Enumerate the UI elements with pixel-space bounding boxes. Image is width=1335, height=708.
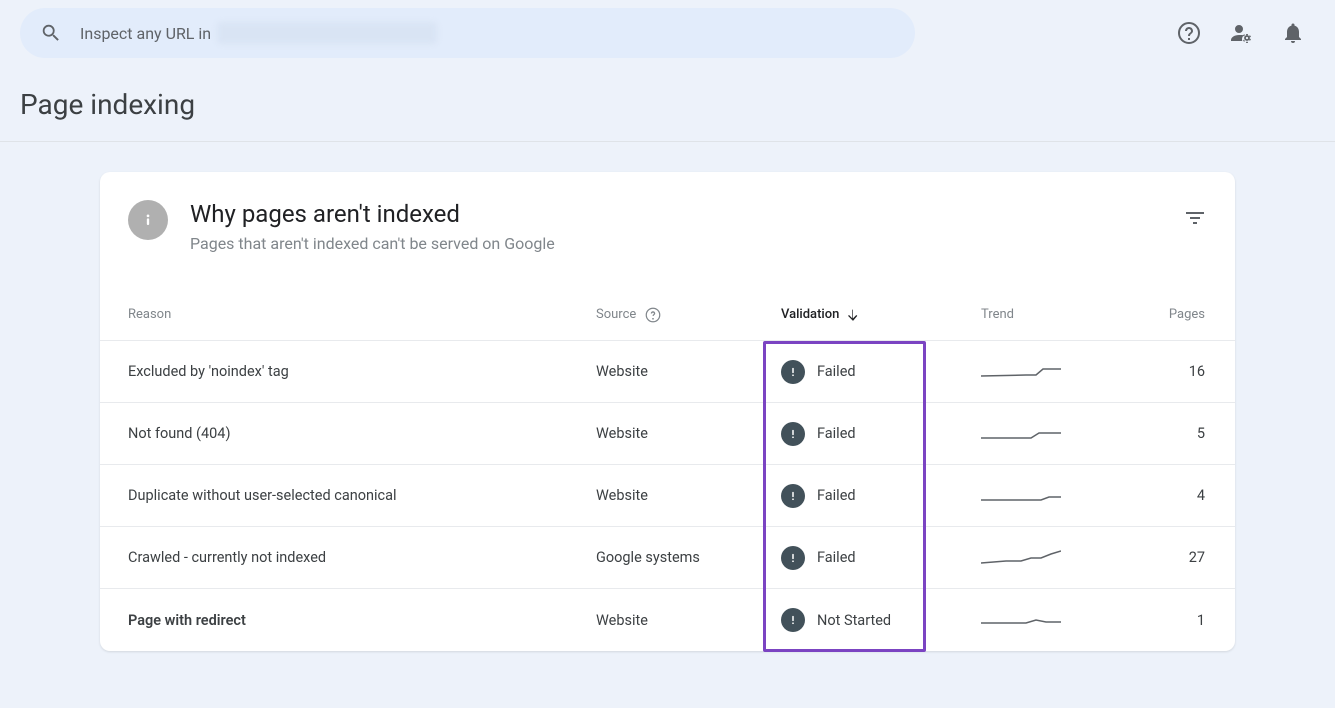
topbar-actions (1177, 21, 1315, 45)
source-cell: Website (596, 612, 781, 629)
trend-sparkline (981, 548, 1061, 568)
trend-sparkline (981, 486, 1061, 506)
validation-status-text: Failed (817, 487, 856, 504)
status-badge-icon (781, 546, 805, 570)
trend-sparkline (981, 610, 1061, 630)
reason-cell: Excluded by 'noindex' tag (128, 363, 596, 380)
card-subtitle: Pages that aren't indexed can't be serve… (190, 234, 555, 253)
notifications-icon[interactable] (1281, 21, 1305, 45)
redacted-property (217, 22, 437, 44)
table-row[interactable]: Not found (404) Website Failed 5 (100, 403, 1235, 465)
col-head-pages[interactable]: Pages (1161, 307, 1207, 322)
pages-cell: 4 (1161, 487, 1207, 504)
search-icon (40, 22, 62, 44)
top-bar: Inspect any URL in (0, 0, 1335, 58)
reason-cell: Crawled - currently not indexed (128, 549, 596, 566)
pages-cell: 16 (1161, 363, 1207, 380)
status-badge-icon (781, 484, 805, 508)
search-placeholder: Inspect any URL in (80, 22, 437, 44)
card-title: Why pages aren't indexed (190, 200, 555, 228)
page-title: Page indexing (20, 88, 1315, 121)
info-icon (128, 200, 168, 240)
source-cell: Website (596, 363, 781, 380)
reasons-table: Reason Source Validation Trend Pages Exc… (100, 289, 1235, 651)
table-head: Reason Source Validation Trend Pages (100, 289, 1235, 341)
col-head-source[interactable]: Source (596, 306, 781, 324)
validation-cell: Failed (781, 484, 981, 508)
pages-cell: 27 (1161, 549, 1207, 566)
trend-cell (981, 424, 1161, 444)
arrow-down-icon (845, 307, 861, 323)
page-title-bar: Page indexing (0, 58, 1335, 142)
user-settings-icon[interactable] (1229, 21, 1253, 45)
trend-cell (981, 362, 1161, 382)
pages-cell: 1 (1161, 612, 1207, 629)
help-icon[interactable] (1177, 21, 1201, 45)
validation-cell: Not Started (781, 608, 981, 632)
trend-cell (981, 610, 1161, 630)
validation-status-text: Failed (817, 363, 856, 380)
col-head-validation[interactable]: Validation (781, 307, 981, 323)
trend-sparkline (981, 424, 1061, 444)
col-head-reason[interactable]: Reason (128, 307, 596, 322)
validation-cell: Failed (781, 546, 981, 570)
status-badge-icon (781, 422, 805, 446)
not-indexed-card: Why pages aren't indexed Pages that aren… (100, 172, 1235, 651)
validation-status-text: Failed (817, 549, 856, 566)
col-head-trend: Trend (981, 307, 1161, 322)
url-inspect-search[interactable]: Inspect any URL in (20, 8, 915, 58)
trend-cell (981, 486, 1161, 506)
table-row[interactable]: Crawled - currently not indexed Google s… (100, 527, 1235, 589)
table-row[interactable]: Page with redirect Website Not Started 1 (100, 589, 1235, 651)
reason-cell: Duplicate without user-selected canonica… (128, 487, 596, 504)
source-cell: Website (596, 425, 781, 442)
pages-cell: 5 (1161, 425, 1207, 442)
filter-icon[interactable] (1183, 206, 1207, 230)
status-badge-icon (781, 360, 805, 384)
validation-cell: Failed (781, 360, 981, 384)
table-row[interactable]: Duplicate without user-selected canonica… (100, 465, 1235, 527)
validation-status-text: Failed (817, 425, 856, 442)
table-row[interactable]: Excluded by 'noindex' tag Website Failed… (100, 341, 1235, 403)
trend-sparkline (981, 362, 1061, 382)
reason-cell: Page with redirect (128, 612, 596, 629)
validation-status-text: Not Started (817, 612, 891, 629)
reason-cell: Not found (404) (128, 425, 596, 442)
trend-cell (981, 548, 1161, 568)
source-cell: Google systems (596, 549, 781, 566)
validation-cell: Failed (781, 422, 981, 446)
source-cell: Website (596, 487, 781, 504)
status-badge-icon (781, 608, 805, 632)
help-outline-icon (644, 306, 662, 324)
